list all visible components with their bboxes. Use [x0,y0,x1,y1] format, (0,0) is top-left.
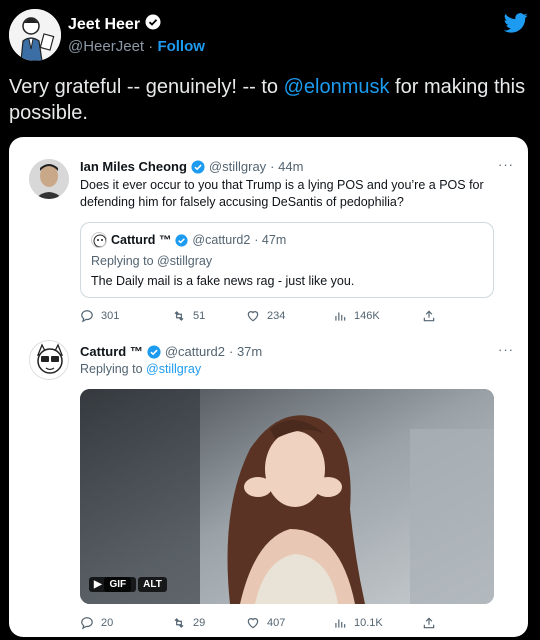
view-count: 10.1K [354,617,383,629]
mention-link[interactable]: @elonmusk [284,76,390,98]
views-icon [335,312,346,321]
avatar[interactable] [29,159,69,199]
reply-icon [81,617,93,630]
retweet-button[interactable]: 51 [172,309,205,323]
heart-icon [247,618,259,629]
reply-icon [81,310,93,323]
author-handle[interactable]: @HeerJeet [68,38,144,55]
timestamp[interactable]: · 37m [229,344,262,359]
tweet1-actions: 301 51 234 146K [80,309,440,325]
tweet-text: Very grateful -- genuinely! -- to @elonm… [9,74,533,126]
replying-to: Replying to @stillgray [80,362,201,376]
retweet-count: 51 [193,310,206,322]
verified-badge-icon [145,14,161,35]
cat-avatar-icon [30,341,68,379]
replying-to-label: Replying to [91,254,158,268]
replying-to: Replying to @stillgray [91,254,212,268]
reply-count: 301 [101,310,120,322]
replying-to-handle: @stillgray [157,254,213,268]
author-name-row: Jeet Heer [68,14,161,35]
view-count: 146K [354,310,380,322]
author-name[interactable]: Jeet Heer [68,16,140,34]
share-button[interactable] [422,309,436,323]
twitter-bird-icon[interactable] [504,12,528,34]
retweet-count: 29 [193,617,206,629]
reply-button[interactable]: 20 [80,616,113,630]
verified-badge-icon [191,159,205,174]
tweet2-actions: 20 29 407 10.1K [80,616,440,632]
embedded-screenshot: Ian Miles Cheong @stillgray · 44m ··· Do… [9,137,528,637]
timestamp: · 47m [254,233,287,247]
tweet1-body: Does it ever occur to you that Trump is … [80,178,484,209]
reply-button[interactable]: 301 [80,309,119,323]
follow-button[interactable]: Follow [157,38,205,55]
author-name: Catturd ™ [111,233,172,247]
verified-badge-icon [147,344,161,359]
quote-body: The Daily mail is a fake news rag - just… [91,274,355,288]
tweet1-header: Ian Miles Cheong @stillgray · 44m [80,159,303,174]
heart-icon [247,311,259,322]
person-avatar-icon [29,159,69,199]
like-count: 407 [267,617,286,629]
quote-header: Catturd ™ @catturd2 · 47m [91,232,286,248]
tweet-header: Jeet Heer @HeerJeet · Follow [0,0,540,66]
reply-count: 20 [101,617,114,629]
cartoon-avatar-icon [9,9,61,61]
more-options-icon[interactable]: ··· [498,342,514,357]
cat-avatar-icon [93,234,106,247]
replying-to-label: Replying to [80,362,147,376]
share-icon [423,617,435,629]
avatar[interactable] [29,340,69,380]
gif-badge: ▶ GIF ALT [89,577,167,592]
verified-badge-icon [175,233,189,247]
like-button[interactable]: 407 [246,616,285,630]
views-button[interactable]: 146K [333,309,380,323]
replying-to-handle[interactable]: @stillgray [146,362,201,376]
share-button[interactable] [422,616,436,630]
quoted-tweet[interactable]: Catturd ™ @catturd2 · 47m Replying to @s… [80,222,494,298]
author-handle: @catturd2 [192,233,251,247]
author-name[interactable]: Ian Miles Cheong [80,159,187,174]
alt-label[interactable]: ALT [138,577,167,592]
retweet-button[interactable]: 29 [172,616,205,630]
author-handle[interactable]: @catturd2 [165,344,225,359]
timestamp[interactable]: · 44m [270,159,303,174]
gif-media[interactable]: ▶ GIF ALT [80,389,494,604]
like-button[interactable]: 234 [246,309,285,323]
like-count: 234 [267,310,286,322]
handle-line: @HeerJeet · Follow [68,38,205,55]
tweet-text-part: Very grateful -- genuinely! -- to [9,76,284,98]
retweet-icon [174,618,184,628]
retweet-icon [174,311,184,321]
author-name[interactable]: Catturd ™ [80,344,143,359]
avatar[interactable] [9,9,61,61]
gif-label[interactable]: ▶ GIF [89,577,137,592]
share-icon [423,310,435,322]
views-button[interactable]: 10.1K [333,616,383,630]
separator: · [148,38,154,55]
more-options-icon[interactable]: ··· [498,157,514,172]
views-icon [335,619,346,628]
gif-label-text: GIF [104,577,132,592]
author-handle[interactable]: @stillgray [209,159,266,174]
avatar [91,232,107,248]
tweet2-header: Catturd ™ @catturd2 · 37m [80,344,262,359]
gif-image [80,389,494,604]
